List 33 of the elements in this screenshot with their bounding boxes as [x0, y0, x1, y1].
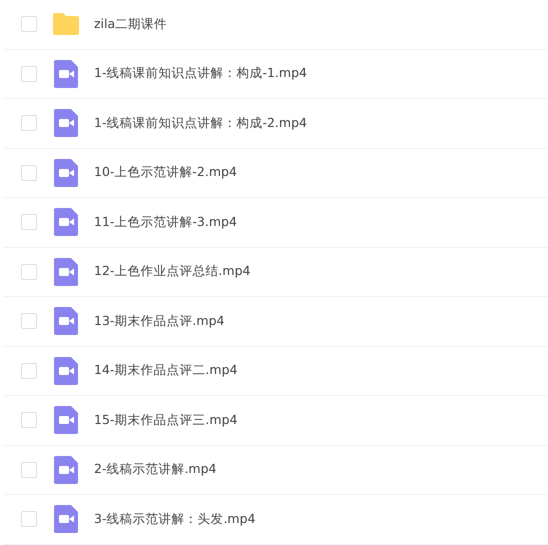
video-file-icon	[52, 109, 80, 138]
checkbox[interactable]	[21, 164, 37, 181]
checkbox[interactable]	[21, 66, 37, 82]
video-file-icon	[52, 258, 80, 286]
checkbox[interactable]	[21, 16, 37, 32]
file-name[interactable]: 1-线稿课前知识点讲解：构成-1.mp4	[94, 65, 307, 82]
video-file-icon	[52, 356, 80, 385]
folder-icon	[52, 12, 80, 36]
video-file-icon	[52, 60, 80, 88]
file-name[interactable]: 10-上色示范讲解-2.mp4	[94, 164, 237, 182]
video-file-icon	[52, 406, 80, 434]
checkbox[interactable]	[21, 511, 37, 528]
checkbox[interactable]	[21, 412, 37, 428]
video-file-icon	[52, 307, 80, 336]
file-name[interactable]: 13-期末作品点评.mp4	[94, 312, 224, 330]
file-name[interactable]: 14-期末作品点评二.mp4	[94, 362, 238, 380]
file-name[interactable]: 3-线稿示范讲解：头发.mp4	[94, 510, 256, 528]
file-name[interactable]: zila二期课件	[94, 16, 168, 33]
file-name[interactable]: 15-期末作品点评三.mp4	[94, 412, 238, 429]
file-name[interactable]: 2-线稿示范讲解.mp4	[94, 461, 217, 478]
video-file-icon	[52, 456, 80, 484]
checkbox[interactable]	[21, 362, 37, 379]
checkbox[interactable]	[21, 462, 37, 478]
file-name[interactable]: 1-线稿课前知识点讲解：构成-2.mp4	[94, 114, 307, 132]
file-name[interactable]: 12-上色作业点评总结.mp4	[94, 263, 250, 280]
checkbox[interactable]	[21, 264, 37, 280]
checkbox[interactable]	[21, 214, 37, 230]
video-file-icon	[52, 208, 80, 236]
video-file-icon	[52, 158, 80, 187]
checkbox[interactable]	[21, 115, 37, 132]
checkbox[interactable]	[21, 313, 37, 330]
video-file-icon	[52, 505, 80, 534]
file-name[interactable]: 11-上色示范讲解-3.mp4	[94, 214, 237, 231]
